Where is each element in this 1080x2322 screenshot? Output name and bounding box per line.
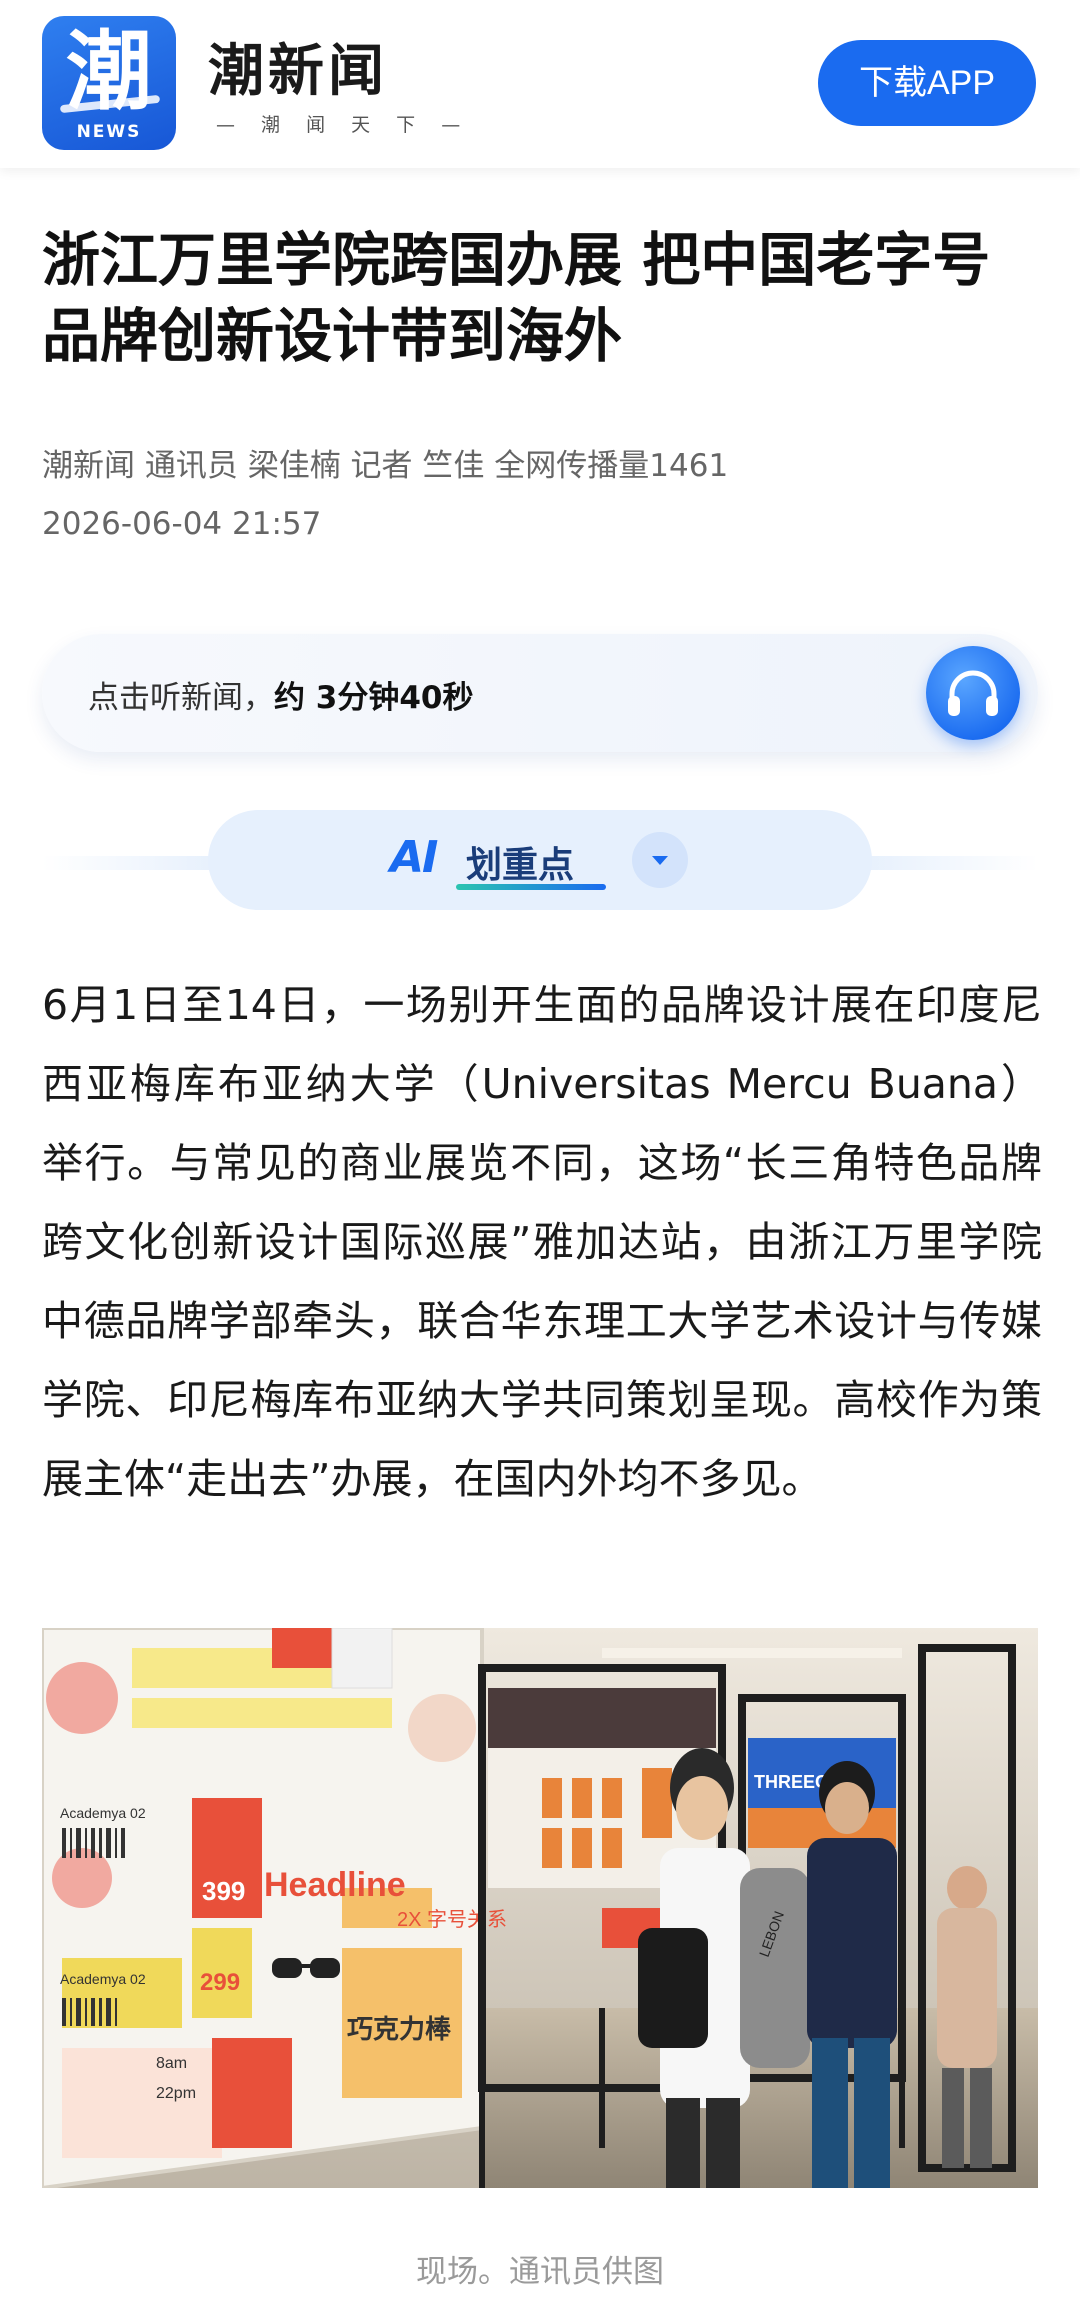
ai-logo: AI — [390, 832, 438, 883]
article-byline: 潮新闻 通讯员 梁佳楠 记者 竺佳 全网传播量1461 — [42, 448, 729, 484]
photo-headline-text: Headline — [264, 1866, 406, 1904]
photo-caption: 现场。通讯员供图 — [416, 2254, 664, 2290]
photo-price-b: 299 — [200, 1969, 240, 1996]
photo-academy-a: Academya 02 — [60, 1805, 146, 1821]
headphones-icon-graphic — [948, 670, 998, 716]
article-paragraph: 6月1日至14日，一场别开生面的品牌设计展在印度尼西亚梅库布亚纳大学（Unive… — [42, 981, 1042, 1503]
listen-news-bar[interactable]: 点击听新闻，约 3分钟40秒 — [42, 634, 1038, 752]
photo-price-a: 399 — [202, 1876, 245, 1906]
ai-underline-decoration — [456, 884, 606, 890]
brand-name: 潮新闻 — [208, 39, 388, 104]
brand-slogan: — 潮 闻 天 下 — — [216, 114, 471, 136]
photo-time-a: 8am — [156, 2055, 187, 2072]
article-photo[interactable]: Headline 399 299 Academya 02 Academya 02… — [42, 1628, 1038, 2188]
headphones-icon[interactable] — [926, 646, 1020, 740]
app-header: 潮 NEWS 潮新闻 — 潮 闻 天 下 — 下载APP — [0, 0, 1080, 168]
listen-duration: 约 3分钟40秒 — [274, 680, 474, 716]
photo-time-b: 22pm — [156, 2085, 196, 2102]
exhibition-photo-illustration: Headline 399 299 Academya 02 Academya 02… — [42, 1628, 1038, 2188]
listen-prefix: 点击听新闻， — [88, 680, 274, 716]
download-app-button[interactable]: 下载APP — [818, 40, 1036, 126]
article-title: 浙江万里学院跨国办展 把中国老字号品牌创新设计带到海外 — [42, 226, 991, 370]
listen-news-text: 点击听新闻，约 3分钟40秒 — [88, 672, 474, 717]
ai-highlight-label: 划重点 — [466, 845, 575, 886]
logo-news-text: NEWS — [76, 122, 142, 142]
app-logo[interactable]: 潮 NEWS — [42, 16, 176, 150]
photo-subhead: 2X 字号关系 — [397, 1908, 507, 1931]
photo-calligraphy: 巧克力棒 — [347, 2014, 452, 2044]
article-datetime: 2026-06-04 21:57 — [42, 506, 322, 542]
chevron-down-icon-graphic — [652, 856, 668, 865]
photo-academy-b: Academya 02 — [60, 1971, 146, 1987]
chevron-down-icon[interactable] — [632, 832, 688, 888]
